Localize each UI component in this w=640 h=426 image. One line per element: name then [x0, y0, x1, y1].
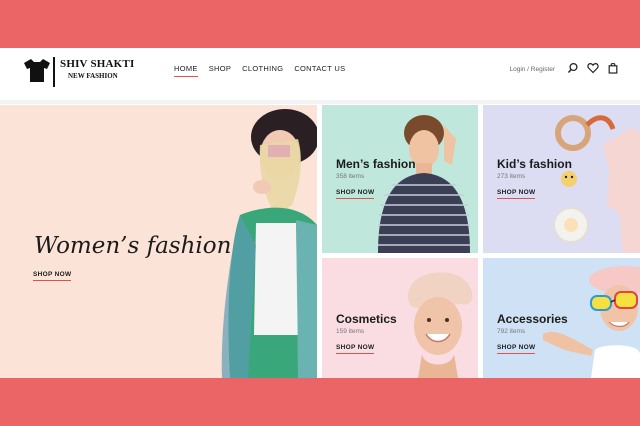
kid-item-count: 273 items [497, 173, 526, 180]
men-tile-title: Men’s fashion [336, 157, 416, 171]
women-tile-title: Women’s fashion [34, 233, 232, 259]
kid-shop-now-link[interactable]: SHOP NOW [497, 189, 536, 199]
men-model-image [378, 115, 470, 253]
kid-products-image [553, 115, 640, 253]
cosmetics-model-image [407, 272, 473, 378]
kid-fashion-tile[interactable]: Kid’s fashion 273 items SHOP NOW [483, 105, 640, 253]
heart-icon[interactable] [587, 62, 599, 74]
men-fashion-tile[interactable]: Men’s fashion 358 items SHOP NOW [322, 105, 478, 253]
shop-window: SHIV SHAKTI NEW FASHION HOME SHOP CLOTHI… [0, 48, 640, 378]
site-header: SHIV SHAKTI NEW FASHION HOME SHOP CLOTHI… [0, 48, 640, 100]
nav-shop[interactable]: SHOP [209, 64, 231, 76]
women-fashion-tile[interactable]: Women’s fashion SHOP NOW [0, 105, 317, 378]
brand-logo-icon[interactable] [22, 57, 52, 83]
accessories-tile[interactable]: Accessories 792 items SHOP NOW [483, 258, 640, 378]
cosmetics-tile[interactable]: Cosmetics 159 items SHOP NOW [322, 258, 478, 378]
brand-tagline: NEW FASHION [68, 72, 118, 80]
nav-contact-us[interactable]: CONTACT US [294, 64, 345, 76]
header-divider [0, 100, 640, 104]
logo-divider [53, 57, 55, 87]
cosmetics-shop-now-link[interactable]: SHOP NOW [336, 344, 375, 354]
accessories-shop-now-link[interactable]: SHOP NOW [497, 344, 536, 354]
brand-name[interactable]: SHIV SHAKTI [60, 58, 134, 70]
nav-home[interactable]: HOME [174, 64, 198, 77]
main-nav: HOME SHOP CLOTHING CONTACT US [174, 64, 345, 77]
accessories-item-count: 792 items [497, 328, 526, 335]
women-shop-now-link[interactable]: SHOP NOW [33, 271, 72, 281]
cosmetics-tile-title: Cosmetics [336, 312, 397, 326]
search-icon[interactable] [567, 62, 579, 74]
men-shop-now-link[interactable]: SHOP NOW [336, 189, 375, 199]
men-item-count: 358 items [336, 173, 365, 180]
bag-icon[interactable] [607, 62, 619, 74]
nav-clothing[interactable]: CLOTHING [242, 64, 283, 76]
accessories-tile-title: Accessories [497, 312, 568, 326]
kid-tile-title: Kid’s fashion [497, 157, 572, 171]
login-register-link[interactable]: Login / Register [509, 66, 555, 73]
cosmetics-item-count: 159 items [336, 328, 365, 335]
